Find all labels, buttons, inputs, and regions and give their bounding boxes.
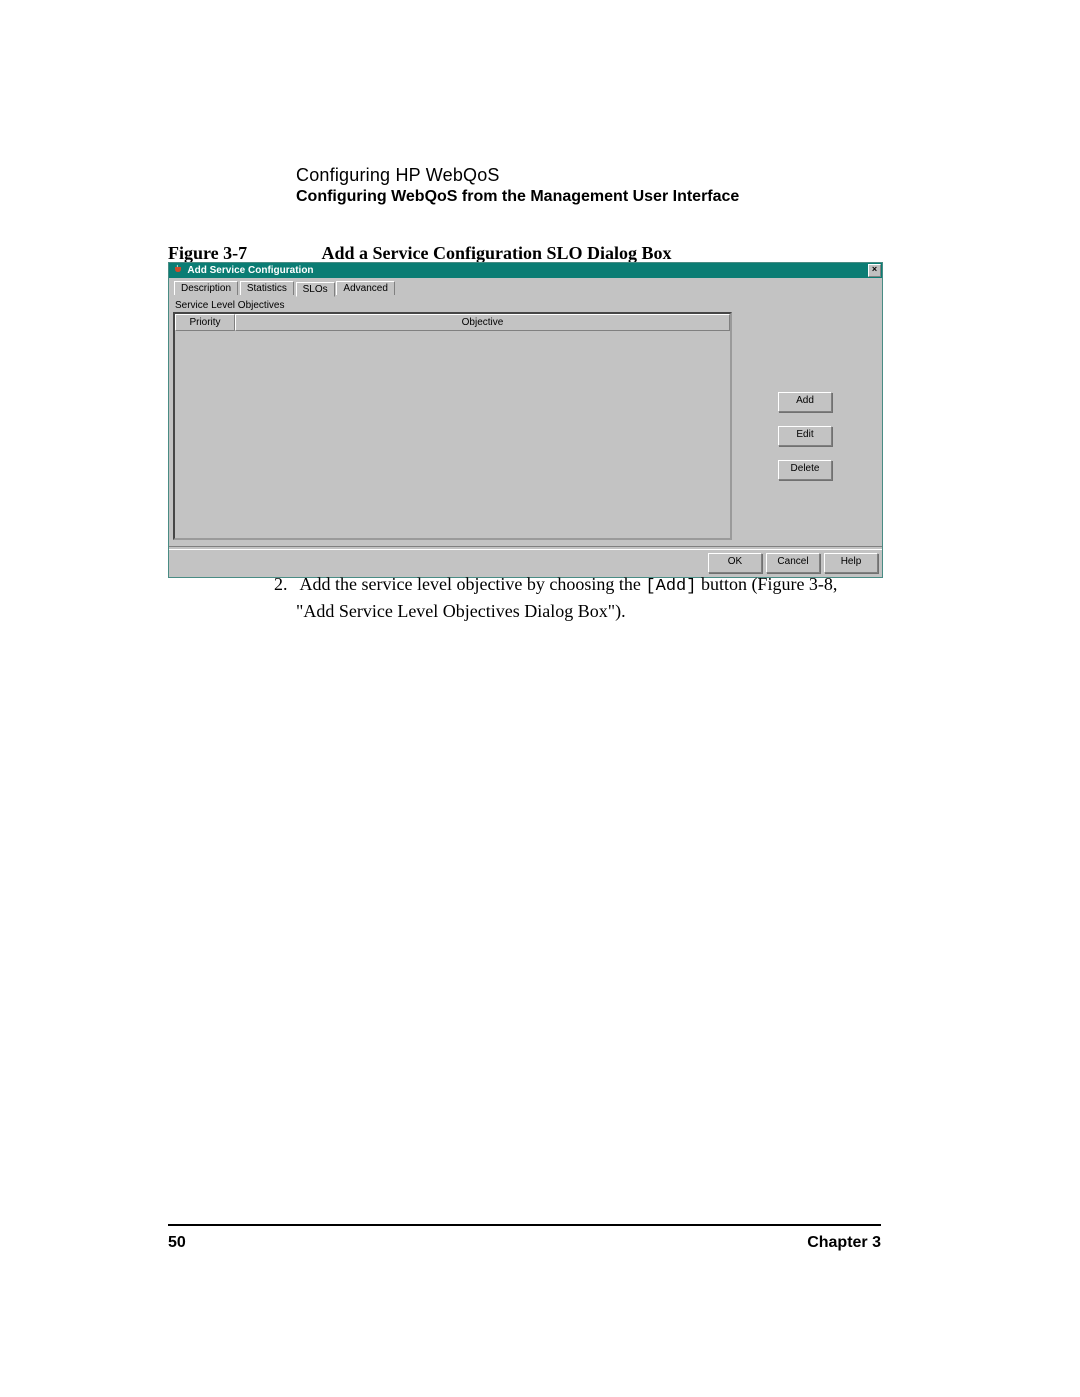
slo-panel: Priority Objective Add Edit Delete xyxy=(169,312,882,544)
close-icon[interactable]: × xyxy=(868,264,881,277)
chapter-label: Chapter 3 xyxy=(807,1234,881,1252)
dialog-titlebar[interactable]: Add Service Configuration × xyxy=(169,263,882,278)
column-priority[interactable]: Priority xyxy=(175,314,235,331)
step-text-before: Add the service level objective by choos… xyxy=(300,574,646,594)
figure-label: Figure 3-7 xyxy=(168,243,318,264)
step-text-mono: [Add] xyxy=(645,577,696,596)
delete-button[interactable]: Delete xyxy=(778,460,832,480)
header-subsection-title: Configuring WebQoS from the Management U… xyxy=(296,188,916,206)
page-header: Configuring HP WebQoS Configuring WebQoS… xyxy=(296,165,916,206)
add-button[interactable]: Add xyxy=(778,392,832,412)
slo-list[interactable]: Priority Objective xyxy=(173,312,732,540)
java-cup-icon xyxy=(173,264,183,274)
page-footer: 50 Chapter 3 xyxy=(168,1224,881,1252)
step-number: 2. xyxy=(274,572,296,596)
column-objective[interactable]: Objective xyxy=(235,314,730,331)
figure-caption: Figure 3-7 Add a Service Configuration S… xyxy=(168,243,672,264)
tab-description[interactable]: Description xyxy=(174,281,238,295)
help-button[interactable]: Help xyxy=(824,553,878,573)
tab-slos[interactable]: SLOs xyxy=(296,282,335,297)
panel-label: Service Level Objectives xyxy=(169,296,882,312)
slo-side-buttons: Add Edit Delete xyxy=(732,312,878,494)
dialog-title: Add Service Configuration xyxy=(187,265,313,276)
step-text: 2. Add the service level objective by ch… xyxy=(296,572,876,623)
page-number: 50 xyxy=(168,1234,186,1252)
cancel-button[interactable]: Cancel xyxy=(766,553,820,573)
ok-button[interactable]: OK xyxy=(708,553,762,573)
tab-advanced[interactable]: Advanced xyxy=(336,281,394,295)
dialog-tabs: Description Statistics SLOs Advanced xyxy=(169,278,882,296)
edit-button[interactable]: Edit xyxy=(778,426,832,446)
header-section-title: Configuring HP WebQoS xyxy=(296,165,916,186)
figure-title: Add a Service Configuration SLO Dialog B… xyxy=(322,243,672,263)
add-service-config-dialog: Add Service Configuration × Description … xyxy=(168,262,883,578)
tab-statistics[interactable]: Statistics xyxy=(240,281,294,295)
slo-list-header: Priority Objective xyxy=(175,314,730,331)
